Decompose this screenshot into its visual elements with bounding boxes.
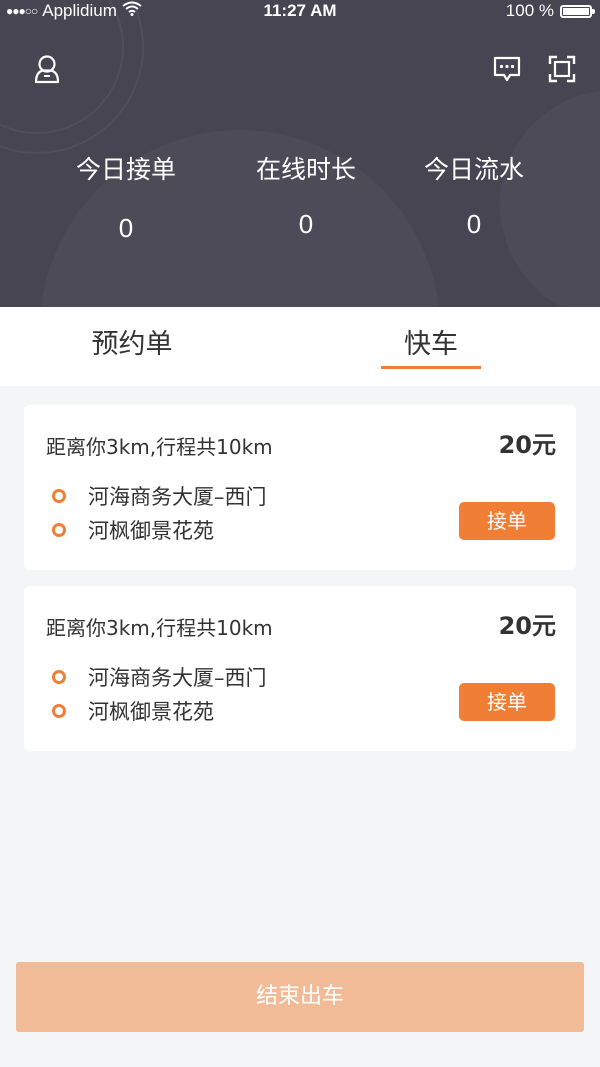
status-bar: ●●●○○ Applidium 11:27 AM 100 % bbox=[0, 0, 600, 24]
chat-icon[interactable] bbox=[490, 52, 524, 86]
pickup-dot-icon bbox=[52, 489, 66, 503]
dropoff-address: 河枫御景花苑 bbox=[88, 700, 214, 724]
stat-value: 0 bbox=[466, 209, 482, 239]
stats-row: 今日接单 0 在线时长 0 今日流水 0 bbox=[0, 150, 600, 260]
order-price: 20元 bbox=[498, 431, 556, 459]
order-distance: 距离你3km,行程共10km bbox=[46, 435, 273, 459]
battery-icon bbox=[560, 4, 595, 18]
end-shift-button[interactable]: 结束出车 bbox=[16, 962, 584, 1032]
order-card[interactable]: 距离你3km,行程共10km 20元 河海商务大厦–西门 河枫御景花苑 接单 bbox=[24, 405, 576, 570]
order-card[interactable]: 距离你3km,行程共10km 20元 河海商务大厦–西门 河枫御景花苑 接单 bbox=[24, 586, 576, 751]
tab-reservation[interactable]: 预约单 bbox=[72, 307, 192, 386]
tab-bar: 预约单 快车 bbox=[0, 307, 600, 386]
header: ●●●○○ Applidium 11:27 AM 100 % 今日接单 0 在线… bbox=[0, 0, 600, 307]
active-tab-indicator bbox=[381, 366, 481, 369]
stat-today-orders: 今日接单 0 bbox=[36, 150, 216, 248]
order-distance: 距离你3km,行程共10km bbox=[46, 616, 273, 640]
order-dropoff: 河枫御景花苑 bbox=[52, 696, 214, 726]
scan-icon[interactable] bbox=[545, 52, 579, 86]
order-pickup: 河海商务大厦–西门 bbox=[52, 662, 267, 692]
stat-value: 0 bbox=[118, 213, 134, 243]
dropoff-dot-icon bbox=[52, 704, 66, 718]
status-right: 100 % bbox=[505, 1, 595, 21]
accept-order-button[interactable]: 接单 bbox=[459, 683, 555, 721]
accept-order-button[interactable]: 接单 bbox=[459, 502, 555, 540]
tab-express[interactable]: 快车 bbox=[381, 307, 481, 386]
stat-label: 在线时长 bbox=[255, 155, 356, 184]
stat-online-time: 在线时长 0 bbox=[216, 150, 396, 244]
stat-label: 今日流水 bbox=[423, 155, 524, 184]
battery-percent: 100 % bbox=[505, 1, 554, 20]
pickup-address: 河海商务大厦–西门 bbox=[88, 666, 267, 690]
pickup-address: 河海商务大厦–西门 bbox=[88, 485, 267, 509]
stat-value: 0 bbox=[298, 209, 314, 239]
stat-today-income: 今日流水 0 bbox=[384, 150, 564, 244]
user-icon[interactable] bbox=[30, 52, 64, 86]
stat-label: 今日接单 bbox=[75, 155, 176, 184]
order-price: 20元 bbox=[498, 612, 556, 640]
dropoff-address: 河枫御景花苑 bbox=[88, 519, 214, 543]
pickup-dot-icon bbox=[52, 670, 66, 684]
order-pickup: 河海商务大厦–西门 bbox=[52, 481, 267, 511]
order-dropoff: 河枫御景花苑 bbox=[52, 515, 214, 545]
dropoff-dot-icon bbox=[52, 523, 66, 537]
